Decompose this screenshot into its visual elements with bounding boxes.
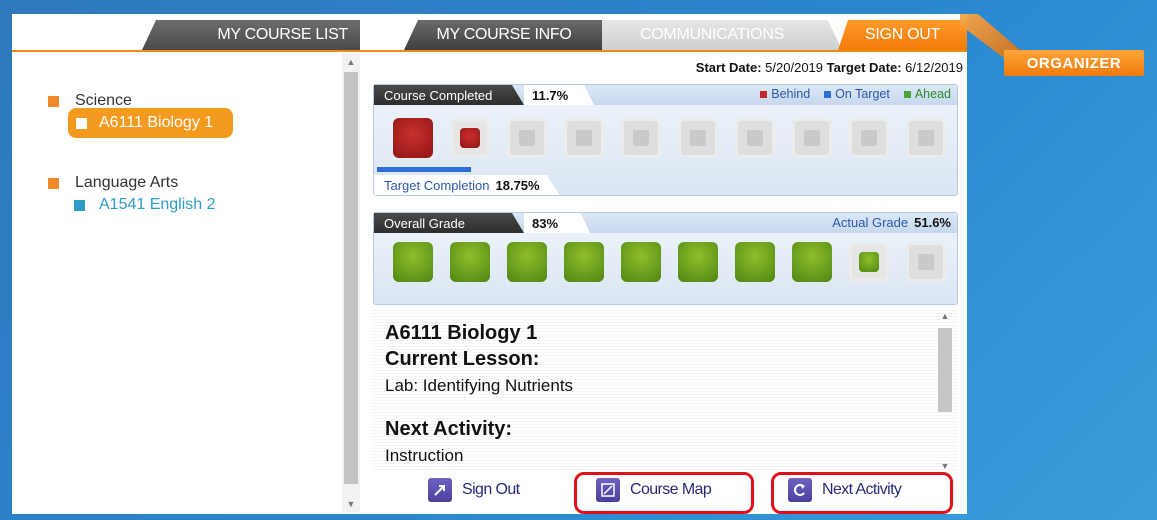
grade-block: [783, 237, 840, 287]
course-completed-label: Course Completed: [374, 85, 524, 105]
tab-bar: MY COURSE LIST MY COURSE INFO COMMUNICAT…: [12, 14, 967, 52]
scroll-up-icon[interactable]: ▲: [936, 308, 954, 324]
course-dates: Start Date: 5/20/2019 Target Date: 6/12/…: [696, 60, 963, 75]
tab-my-course-info[interactable]: MY COURSE INFO: [404, 20, 604, 50]
group-square-icon: [48, 177, 59, 189]
completion-legend: Behind On Target Ahead: [760, 87, 951, 101]
course-square-icon: [74, 199, 85, 211]
behind-swatch-icon: [760, 90, 768, 98]
legend-ahead: Ahead: [903, 87, 951, 101]
target-date-label: Target Date:: [826, 60, 902, 75]
sidebar-scrollbar[interactable]: ▲ ▼: [342, 54, 360, 512]
organizer-button[interactable]: ORGANIZER: [1004, 50, 1144, 76]
current-lesson: Lab: Identifying Nutrients: [385, 376, 574, 395]
details-scrollbar[interactable]: ▲ ▼: [936, 308, 954, 474]
next-activity: Instruction: [385, 446, 464, 465]
course-label: A6111 Biology 1: [99, 114, 214, 131]
grade-block: [897, 237, 954, 287]
ahead-swatch-icon: [903, 90, 911, 98]
tab-my-course-list[interactable]: MY COURSE LIST: [142, 20, 360, 50]
progress-block: [726, 113, 783, 163]
group-label: Language Arts: [75, 174, 179, 191]
target-completion: Target Completion 18.75%: [374, 175, 560, 195]
sign-out-icon: [428, 478, 452, 502]
legend-on-target: On Target: [824, 87, 890, 101]
sign-out-button[interactable]: Sign Out: [428, 478, 520, 502]
course-completed-panel: Course Completed 11.7% Behind On Target …: [373, 84, 958, 196]
tab-communications[interactable]: COMMUNICATIONS: [602, 20, 842, 50]
legend-behind: Behind: [760, 87, 810, 101]
actual-grade-percent: 51.6%: [914, 215, 951, 230]
overall-grade-percent: 83%: [524, 213, 590, 233]
course-item-biology[interactable]: A6111 Biology 1: [68, 108, 233, 138]
grade-block: [555, 237, 612, 287]
app-window: MY COURSE LIST MY COURSE INFO COMMUNICAT…: [12, 14, 967, 514]
grade-block: [498, 237, 555, 287]
course-item-english[interactable]: A1541 English 2: [74, 196, 216, 214]
target-completion-bar: [377, 167, 471, 172]
course-label: A1541 English 2: [99, 196, 216, 213]
course-map-highlight: [574, 472, 754, 514]
progress-block: [840, 113, 897, 163]
tab-sign-out[interactable]: SIGN OUT: [838, 20, 967, 50]
target-completion-percent: 18.75%: [495, 177, 540, 193]
overall-grade-panel: Overall Grade 83% Actual Grade 51.6%: [373, 212, 958, 305]
on-target-swatch-icon: [824, 90, 832, 98]
course-list-sidebar: Science A6111 Biology 1 Language Arts A1…: [12, 52, 342, 514]
next-activity-highlight: [771, 472, 953, 514]
next-activity-heading: Next Activity:: [385, 418, 513, 440]
progress-block: [498, 113, 555, 163]
current-lesson-heading: Current Lesson:: [385, 348, 540, 370]
progress-block: [612, 113, 669, 163]
course-details: A6111 Biology 1 Current Lesson: Lab: Ide…: [373, 308, 958, 474]
progress-block: [384, 113, 441, 163]
course-completed-percent: 11.7%: [524, 85, 594, 105]
action-bar: Sign Out Course Map Next Activity: [368, 472, 967, 514]
course-title: A6111 Biology 1: [385, 322, 538, 344]
course-info-panel: Start Date: 5/20/2019 Target Date: 6/12/…: [368, 52, 967, 514]
scroll-down-icon[interactable]: ▼: [342, 496, 360, 512]
start-date-label: Start Date:: [695, 60, 762, 75]
progress-block: [555, 113, 612, 163]
start-date-value: 5/20/2019: [765, 60, 824, 75]
target-completion-label: Target Completion: [384, 177, 490, 193]
grade-block: [840, 237, 897, 287]
actual-grade-label: Actual Grade: [832, 215, 909, 230]
grade-block: [726, 237, 783, 287]
grade-block: [384, 237, 441, 287]
group-language-arts: Language Arts: [48, 174, 178, 192]
target-date-value: 6/12/2019: [905, 60, 963, 75]
scroll-thumb[interactable]: [938, 328, 952, 412]
overall-grade-label: Overall Grade: [374, 213, 524, 233]
scroll-up-icon[interactable]: ▲: [342, 54, 360, 70]
completion-blocks: [384, 113, 954, 163]
grade-block: [669, 237, 726, 287]
progress-block: [441, 113, 498, 163]
grade-blocks: [384, 237, 954, 287]
organizer-area: ORGANIZER: [960, 14, 1157, 84]
group-square-icon: [48, 95, 59, 107]
progress-block: [783, 113, 840, 163]
scroll-thumb[interactable]: [344, 72, 358, 484]
progress-block: [897, 113, 954, 163]
grade-block: [441, 237, 498, 287]
progress-block: [669, 113, 726, 163]
actual-grade: Actual Grade 51.6%: [832, 215, 951, 230]
sign-out-label: Sign Out: [462, 481, 520, 498]
course-square-icon: [76, 117, 87, 129]
grade-block: [612, 237, 669, 287]
